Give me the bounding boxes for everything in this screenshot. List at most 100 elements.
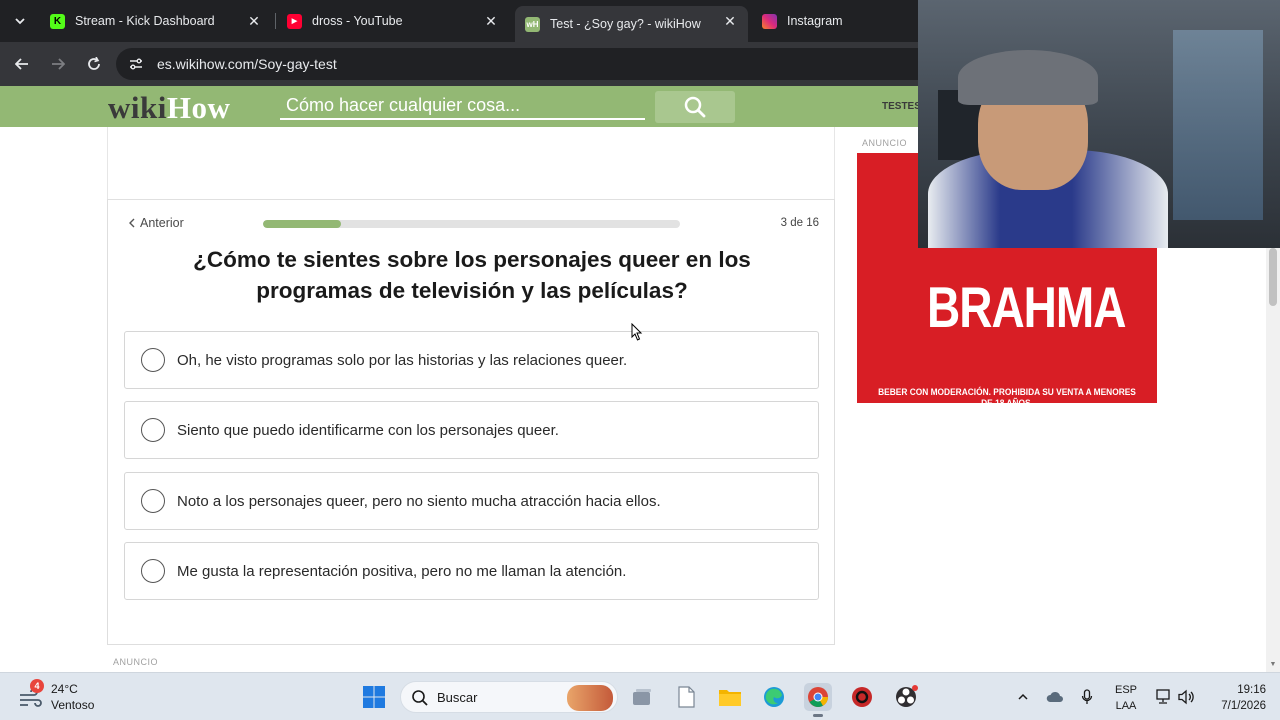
taskbar-edge[interactable] (760, 683, 788, 711)
taskbar-search-label: Buscar (437, 690, 478, 705)
chevron-down-icon (15, 18, 25, 25)
chevron-left-icon (129, 218, 135, 228)
close-icon[interactable]: ✕ (722, 13, 738, 29)
weather-condition: Ventoso (51, 698, 95, 712)
language-indicator[interactable]: ESP LAA (1114, 682, 1138, 714)
logo-wiki: wiki (108, 90, 167, 125)
ad-label: ANUNCIO (862, 138, 908, 148)
radio-button[interactable] (141, 418, 165, 442)
start-button[interactable] (360, 683, 388, 711)
tab-separator (275, 13, 276, 29)
nav-testes[interactable]: TESTES (882, 101, 921, 112)
arrow-left-icon (15, 58, 28, 70)
close-icon[interactable]: ✕ (246, 13, 262, 29)
cloud-icon (1046, 691, 1063, 702)
network-button[interactable] (1152, 673, 1174, 720)
volume-button[interactable] (1176, 673, 1198, 720)
weather-temp: 24°C (51, 682, 78, 696)
search-button[interactable] (655, 91, 735, 123)
youtube-icon: ▶ (287, 13, 302, 29)
forward-button[interactable] (46, 52, 70, 76)
answer-option[interactable]: Oh, he visto programas solo por las hist… (124, 331, 819, 389)
answer-text: Oh, he visto programas solo por las hist… (177, 351, 628, 369)
tab-youtube[interactable]: ▶ dross - YouTube ✕ (277, 6, 509, 36)
tab-instagram[interactable]: Instagram (752, 6, 918, 36)
instagram-icon (762, 13, 777, 29)
weather-badge: 4 (30, 679, 44, 693)
windows-logo-icon (363, 686, 385, 708)
kick-icon: K (50, 13, 65, 29)
clock-time: 19:16 (1237, 684, 1266, 696)
progress-fill (263, 220, 342, 228)
tab-title: Instagram (787, 14, 843, 28)
previous-label: Anterior (140, 216, 184, 230)
webcam-person-cap (958, 50, 1098, 105)
task-view-button[interactable] (628, 683, 656, 711)
weather-widget[interactable]: 4 24°C Ventoso (16, 679, 126, 715)
wikihow-icon: wH (525, 16, 540, 32)
answer-text: Noto a los personajes queer, pero no sie… (177, 492, 661, 510)
taskbar-file-explorer[interactable] (716, 683, 744, 711)
wikihow-logo[interactable]: wikiHow (108, 90, 230, 126)
search-input[interactable] (280, 92, 645, 118)
answer-text: Me gusta la representación positiva, per… (177, 562, 627, 580)
record-app-icon (852, 687, 872, 707)
brahma-logo: BRAHMA (927, 274, 1126, 340)
scroll-thumb[interactable] (1269, 248, 1277, 306)
ad-label: ANUNCIO (113, 657, 159, 667)
active-indicator (813, 714, 823, 717)
search-highlight-icon (567, 685, 613, 711)
chevron-up-icon (1018, 693, 1028, 700)
logo-how: How (166, 90, 231, 125)
obs-icon (896, 685, 918, 707)
show-hidden-icons-button[interactable] (1012, 673, 1034, 720)
quiz-card: Anterior 3 de 16 ¿Cómo te sientes sobre … (107, 199, 835, 645)
search-icon (412, 690, 428, 706)
search-box (280, 92, 645, 120)
microphone-button[interactable] (1076, 673, 1098, 720)
keyboard-layout: LAA (1115, 700, 1137, 712)
taskbar-obs[interactable] (892, 683, 920, 711)
tab-kick[interactable]: K Stream - Kick Dashboard ✕ (40, 6, 272, 36)
reload-button[interactable] (82, 52, 106, 76)
system-clock[interactable]: 19:16 7/1/2026 (1204, 682, 1266, 714)
chrome-icon (808, 687, 829, 707)
taskbar-app[interactable] (848, 683, 876, 711)
microphone-icon (1081, 689, 1093, 704)
answer-option[interactable]: Me gusta la representación positiva, per… (124, 542, 819, 600)
answer-option[interactable]: Siento que puedo identificarme con los p… (124, 401, 819, 459)
tab-wikihow[interactable]: wH Test - ¿Soy gay? - wikiHow ✕ (515, 6, 748, 42)
question-text: ¿Cómo te sientes sobre los personajes qu… (193, 247, 751, 303)
webcam-overlay (918, 0, 1280, 248)
search-icon (684, 96, 706, 118)
radio-button[interactable] (141, 559, 165, 583)
answer-option[interactable]: Noto a los personajes queer, pero no sie… (124, 472, 819, 530)
taskbar-chrome[interactable] (804, 683, 832, 717)
radio-button[interactable] (141, 348, 165, 372)
taskbar-search[interactable]: Buscar (400, 681, 618, 713)
url-text: es.wikihow.com/Soy-gay-test (157, 56, 337, 72)
clock-date: 7/1/2026 (1221, 700, 1266, 712)
arrow-right-icon (52, 58, 65, 70)
task-view-icon (633, 689, 651, 705)
site-info-icon[interactable] (128, 56, 144, 72)
top-ad-slot (107, 127, 835, 199)
previous-button[interactable]: Anterior (128, 216, 184, 230)
answer-text: Siento que puedo identificarme con los p… (177, 421, 559, 439)
close-icon[interactable]: ✕ (483, 13, 499, 29)
onedrive-button[interactable] (1044, 673, 1066, 720)
folder-icon (719, 690, 741, 706)
tab-search-button[interactable] (8, 9, 32, 33)
reload-icon (88, 57, 100, 70)
radio-button[interactable] (141, 489, 165, 513)
scroll-down-arrow-icon[interactable]: ▼ (1269, 660, 1277, 668)
speaker-icon (1178, 689, 1194, 705)
back-button[interactable] (10, 52, 34, 76)
tab-title: Test - ¿Soy gay? - wikiHow (550, 17, 701, 31)
ad-disclaimer: BEBER CON MODERACIÓN. PROHIBIDA SU VENTA… (878, 387, 1136, 403)
taskbar-file-app[interactable] (672, 683, 700, 711)
tab-title: Stream - Kick Dashboard (75, 14, 215, 28)
document-icon (678, 686, 695, 708)
step-counter: 3 de 16 (780, 217, 819, 229)
windows-taskbar: 4 24°C Ventoso Buscar ESP LAA 19:16 7/1/… (0, 672, 1280, 720)
